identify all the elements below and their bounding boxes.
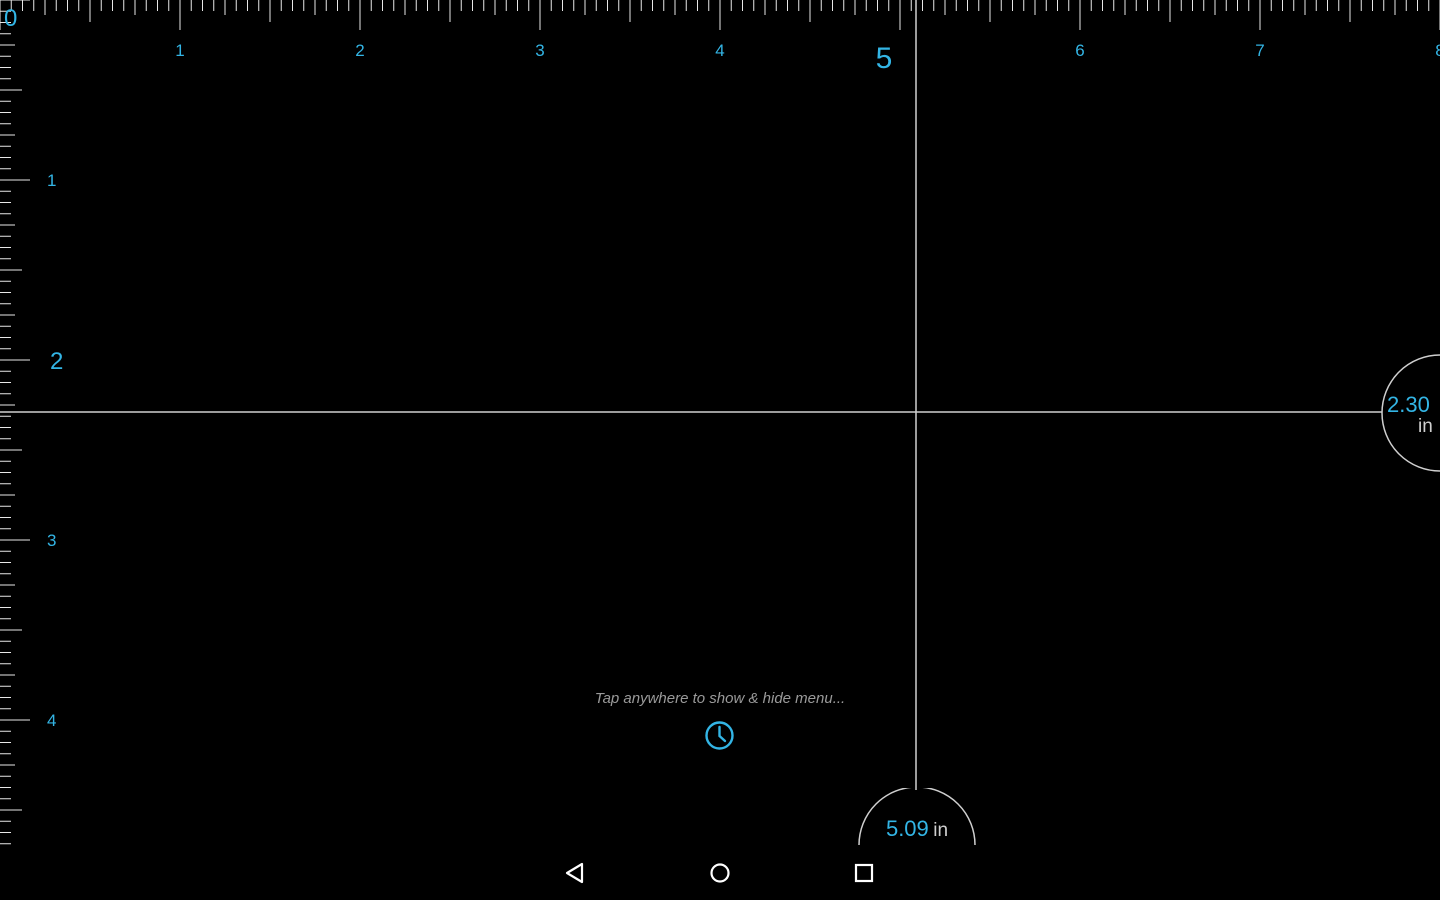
horizontal-readout-value: 5.09 [885,816,929,841]
ruler-screen[interactable]: 1 2 3 4 5 6 7 8 1 2 3 4 0 Tap anywhere to show & h… [0,0,1440,900]
recent-apps-square-icon[interactable] [850,859,878,887]
top-ruler-label: 3 [535,41,544,60]
vertical-measurement-readout[interactable]: 2.30 in [1381,354,1440,472]
origin-label: 0 [4,5,17,32]
back-triangle-icon[interactable] [562,859,590,887]
left-ruler-labels: 1 2 3 4 [47,171,63,730]
left-ruler-label: 4 [47,711,56,730]
left-ruler-label: 3 [47,531,56,550]
top-ruler-label: 5 [876,42,893,75]
system-navigation-bar [0,845,1440,900]
horizontal-readout-unit: in [933,820,949,841]
top-ruler-label: 1 [175,41,184,60]
horizontal-measurement-readout[interactable]: 5.09 in [858,788,976,845]
vertical-readout-unit: in [1418,416,1433,437]
top-ruler-label: 8 [1435,41,1440,60]
ruler-canvas[interactable]: 1 2 3 4 5 6 7 8 1 2 3 4 0 [0,0,1440,900]
left-ruler-label: 1 [47,171,56,190]
top-ruler-label: 4 [715,41,724,60]
left-ruler-ticks [0,0,30,845]
vertical-readout-value: 2.30 [1387,392,1430,417]
top-ruler-ticks [0,0,1440,30]
clock-icon[interactable] [704,720,735,751]
top-ruler-label: 7 [1255,41,1264,60]
top-ruler-labels: 1 2 3 4 5 6 7 8 [175,41,1440,75]
home-circle-icon[interactable] [706,859,734,887]
top-ruler-label: 6 [1075,41,1084,60]
top-ruler-label: 2 [355,41,364,60]
menu-hint-text: Tap anywhere to show & hide menu... [594,690,846,707]
left-ruler-label: 2 [50,348,63,375]
